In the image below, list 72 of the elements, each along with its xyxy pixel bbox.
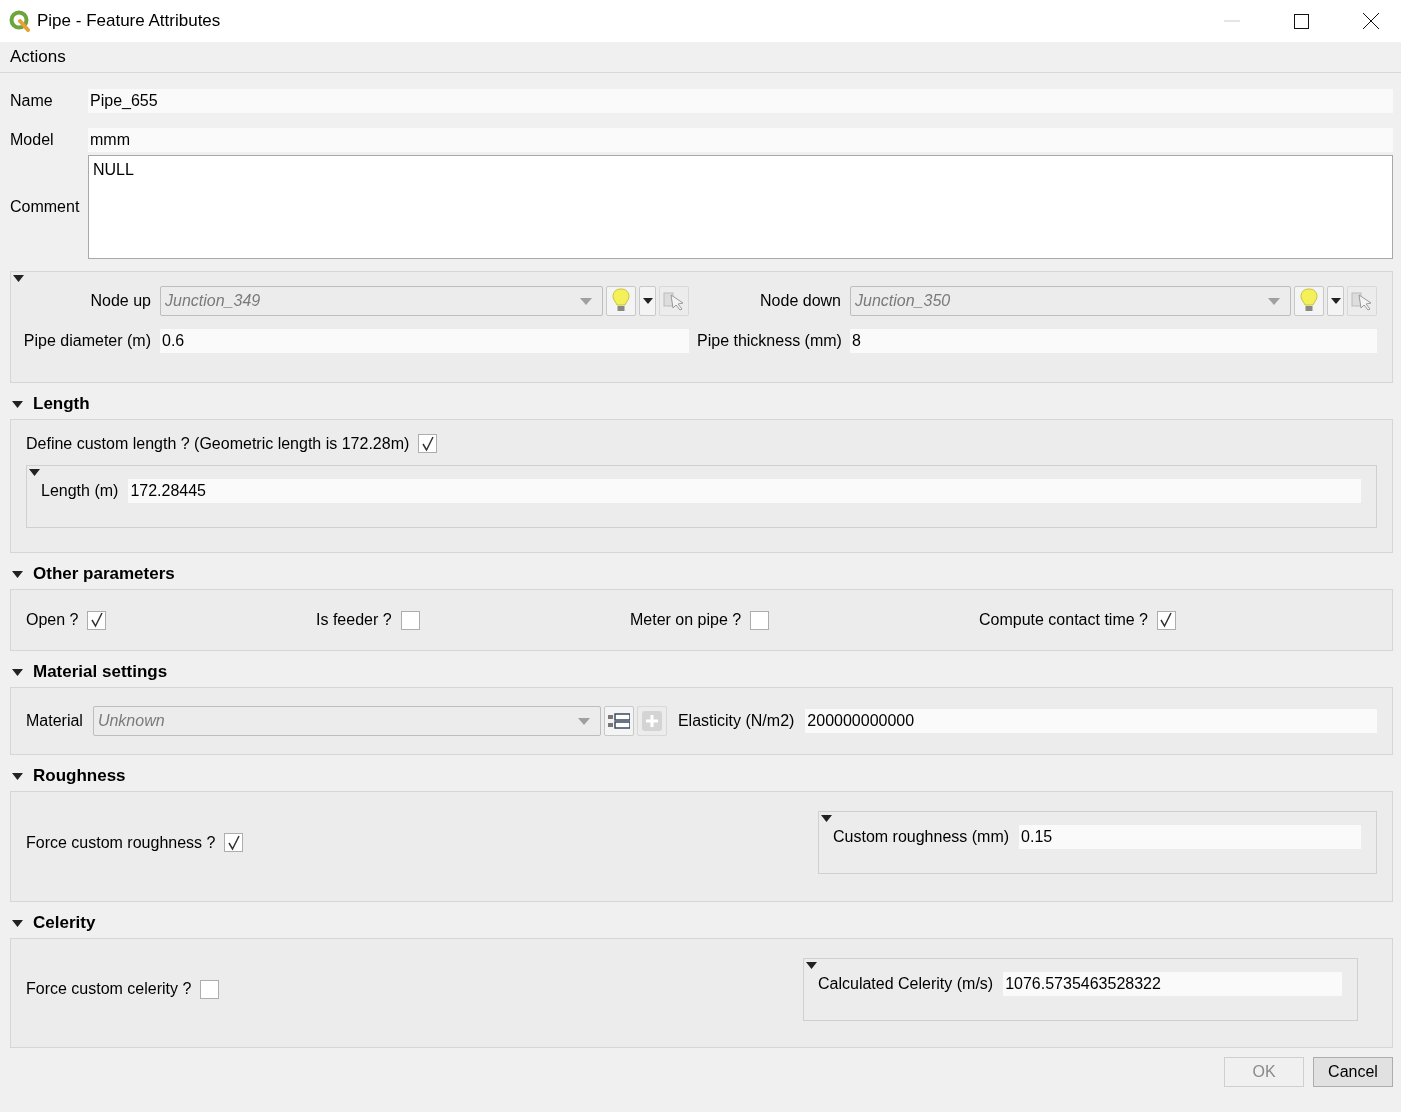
checkbox[interactable] <box>400 610 420 630</box>
dropdown-arrow-icon <box>1268 297 1280 305</box>
input-field[interactable]: 8 <box>850 329 1377 353</box>
collapse-toggle[interactable] <box>29 468 40 477</box>
input-field[interactable]: Pipe_655 <box>88 89 1393 113</box>
input-field[interactable]: 1076.5735463528322 <box>1003 971 1342 996</box>
section-title: Material settings <box>33 662 168 682</box>
text-area[interactable]: NULL <box>88 155 1393 259</box>
checkbox-label: Define custom length ? (Geometric length is 172.28m) <box>26 434 410 453</box>
checkbox-label: Force custom roughness ? <box>26 833 216 852</box>
checkbox[interactable] <box>87 610 107 630</box>
menu-item[interactable]: Actions <box>10 47 66 67</box>
checkbox-label: Meter on pipe ? <box>630 611 742 629</box>
lightbulb-icon <box>1300 288 1318 314</box>
plus-icon <box>641 711 662 731</box>
window-title: Pipe - Feature Attributes <box>37 11 221 31</box>
collapse-toggle[interactable] <box>821 814 832 823</box>
lightbulb-icon <box>612 288 630 314</box>
checkbox[interactable] <box>1156 610 1176 630</box>
field-label: Node up <box>89 292 151 310</box>
input-field[interactable]: 0.6 <box>160 329 689 353</box>
checkbox-label: Is feeder ? <box>316 611 392 629</box>
dropdown[interactable]: Junction_350 <box>850 286 1291 316</box>
field-label: Node down <box>759 292 841 310</box>
checkbox-label: Force custom celerity ? <box>26 980 192 998</box>
dropdown-arrow-icon <box>580 297 592 305</box>
caret-icon <box>642 298 653 304</box>
input-field[interactable]: 200000000000 <box>805 709 1377 733</box>
section-title: Roughness <box>33 766 126 786</box>
input-field[interactable]: 0.15 <box>1019 825 1361 849</box>
close-icon[interactable] <box>1363 13 1379 29</box>
collapse-toggle[interactable] <box>12 667 23 677</box>
collapse-toggle[interactable] <box>12 918 23 928</box>
field-label: Length (m) <box>41 482 119 500</box>
dropdown-arrow-icon <box>577 717 590 725</box>
field-label: Custom roughness (mm) <box>833 828 1010 846</box>
field-label: Elasticity (N/m2) <box>677 712 795 730</box>
field-label: Material <box>26 712 83 730</box>
checkbox[interactable] <box>224 833 244 852</box>
section-title: Length <box>33 394 90 414</box>
section-title: Other parameters <box>33 564 175 584</box>
field-label: Pipe diameter (m) <box>22 332 151 350</box>
input-field[interactable]: 172.28445 <box>128 479 1361 503</box>
collapse-toggle[interactable] <box>12 399 23 409</box>
field-label: Comment <box>10 198 81 216</box>
collapse-toggle[interactable] <box>12 569 23 579</box>
checkbox[interactable] <box>418 434 438 453</box>
section-title: Celerity <box>33 913 96 933</box>
collapse-toggle[interactable] <box>806 960 817 970</box>
cursor-icon <box>663 291 685 311</box>
checkbox[interactable] <box>200 979 220 999</box>
dropdown-button[interactable] <box>1327 286 1344 316</box>
collapse-toggle[interactable] <box>12 771 23 781</box>
field-label: Calculated Celerity (m/s) <box>818 974 994 993</box>
cancel-button[interactable]: Cancel <box>1313 1057 1393 1087</box>
dropdown[interactable]: Junction_349 <box>160 286 603 316</box>
app-logo-icon <box>9 10 31 32</box>
checkbox[interactable] <box>750 610 770 630</box>
dropdown-button[interactable] <box>639 286 656 316</box>
checkbox-label: Compute contact time ? <box>979 611 1148 629</box>
list-icon <box>607 713 630 729</box>
collapse-toggle[interactable] <box>13 274 24 283</box>
input-field[interactable]: mmm <box>88 128 1393 152</box>
caret-icon <box>1330 298 1341 304</box>
checkbox-label: Open ? <box>26 611 79 629</box>
dropdown[interactable]: Unknown <box>92 706 601 736</box>
list-button[interactable] <box>603 706 634 736</box>
field-label: Name <box>10 92 54 110</box>
maximize-icon[interactable] <box>1294 13 1309 29</box>
field-label: Model <box>10 131 55 149</box>
field-label: Pipe thickness (mm) <box>697 332 841 350</box>
cursor-icon <box>1351 291 1373 311</box>
